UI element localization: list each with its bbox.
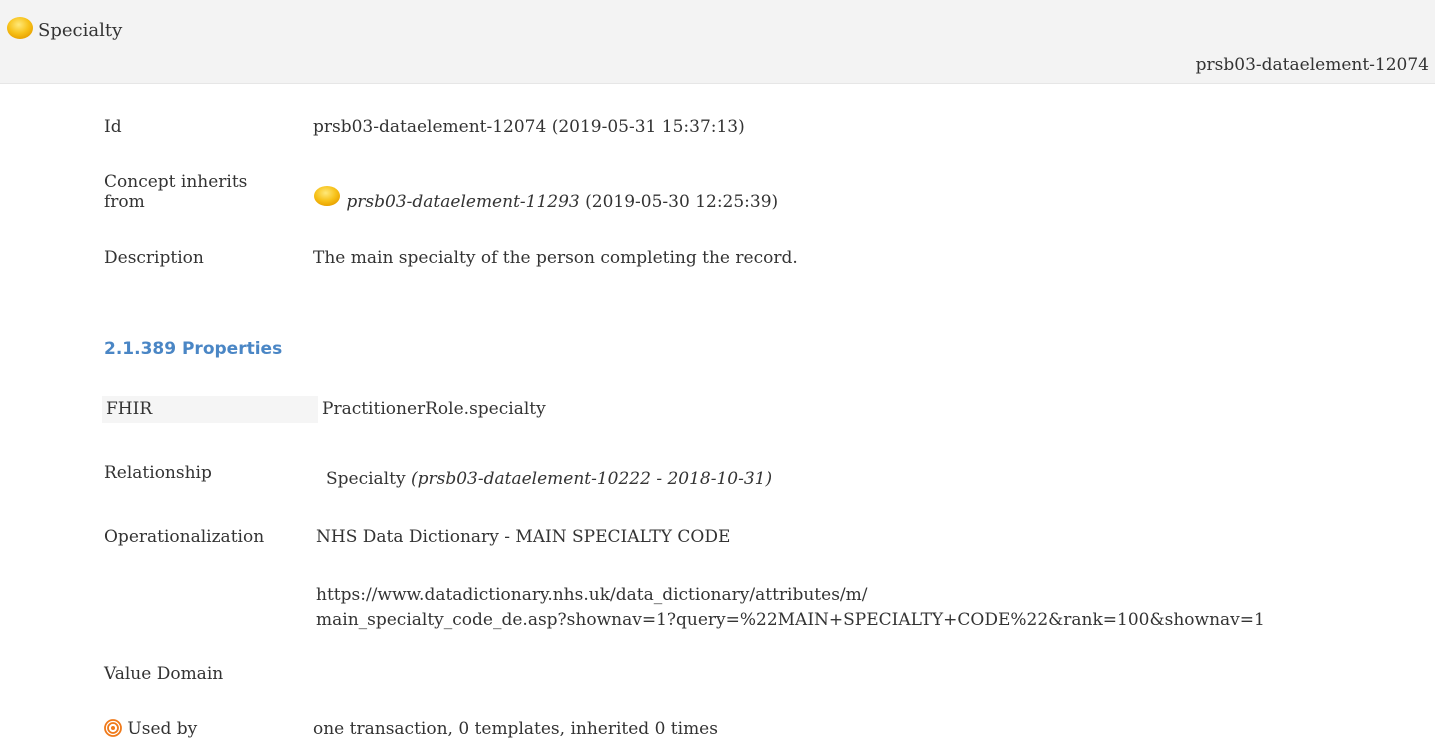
concept-header: Specialty prsb03-dataelement-12074 [0,0,1435,84]
description-value: The main specialty of the person complet… [313,248,798,268]
inherits-link[interactable]: prsb03-dataelement-11293 [346,192,579,212]
used-by-label: Used by [104,718,197,739]
inherits-value: prsb03-dataelement-11293 (2019-05-30 12:… [313,185,779,212]
used-by-value: one transaction, 0 templates, inherited … [313,719,718,739]
target-icon [104,718,122,737]
operationalization-value: NHS Data Dictionary - MAIN SPECIALTY COD… [316,527,731,547]
fhir-value: PractitionerRole.specialty [322,399,546,419]
operationalization-url-line2[interactable]: main_specialty_code_de.asp?shownav=1?que… [316,610,1265,630]
fhir-label: FHIR [106,399,153,419]
operationalization-label: Operationalization [104,527,265,547]
yellow-circle-icon [7,17,33,39]
inherits-label: Concept inherits from [104,172,248,212]
description-label: Description [104,248,204,268]
relationship-ref: (prsb03-dataelement-10222 - 2018-10-31) [410,469,773,489]
concept-id: prsb03-dataelement-12074 [1195,55,1429,75]
value-domain-label: Value Domain [104,664,224,684]
properties-heading: 2.1.389 Properties [104,339,283,359]
relationship-label: Relationship [104,463,212,483]
yellow-circle-icon [314,185,340,206]
id-value: prsb03-dataelement-12074 (2019-05-31 15:… [313,117,745,137]
page-title: Specialty [38,20,123,41]
operationalization-url-line1[interactable]: https://www.datadictionary.nhs.uk/data_d… [316,585,868,605]
inherits-date: (2019-05-30 12:25:39) [585,192,779,212]
relationship-link[interactable]: Specialty [326,469,406,489]
id-label: Id [104,117,122,137]
relationship-value: Specialty (prsb03-dataelement-10222 - 20… [326,469,772,489]
